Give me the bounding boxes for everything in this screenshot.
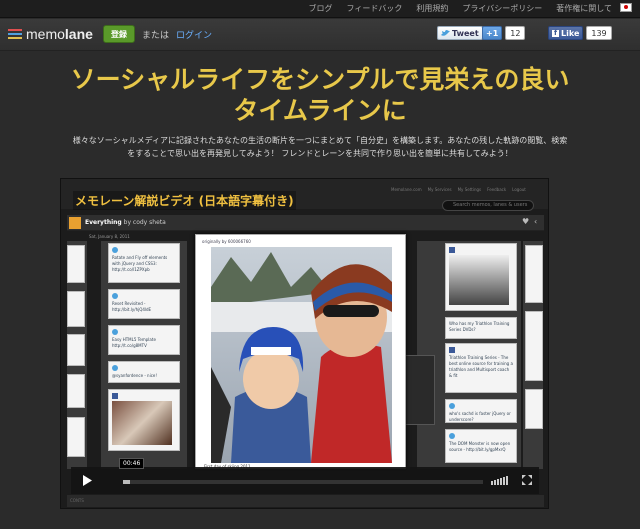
share-icon: ‹ [534,217,538,226]
desc-line-2: をすることで思い出を再発見してみよう！ フレンドとレーンを共同で作り思い出を簡単… [127,149,513,158]
nav-link-terms[interactable]: 利用規約 [416,3,448,14]
gplus-button[interactable]: +1 [482,26,503,40]
video-title: メモレーン解説ビデオ (日本語字幕付き) [73,191,296,210]
gplus-widget[interactable]: +1 12 [482,26,526,40]
login-link[interactable]: ログイン [176,28,212,41]
photo-credit: originally by 600066760 [202,239,251,244]
desc-line-1: 様々なソーシャルメディアに記録されたあなたの生活の断片を一つにまとめて「自分史」… [72,136,568,145]
twitter-icon [449,403,455,409]
heart-icon: ♥ [522,217,530,226]
twitter-icon [112,293,118,299]
tweet-widget[interactable]: Tweet [437,26,483,40]
headline-line-2: タイムラインに [233,96,407,125]
headline-line-1: ソーシャルライフをシンプルで見栄えの良い [70,65,570,94]
logo-mark-icon [8,29,22,39]
memo-card[interactable] [525,245,543,303]
japan-flag-icon[interactable] [620,3,632,12]
twitter-icon [112,365,118,371]
video-player[interactable]: Memolane.com My Services My Settings Fee… [60,178,549,509]
video-progress-fill [123,480,131,484]
nav-link-privacy[interactable]: プライバシーポリシー [462,3,542,14]
memo-card[interactable] [525,311,543,381]
memo-card[interactable] [67,374,85,408]
photo-memo-card[interactable] [401,355,435,425]
memo-card[interactable]: who's sachd is faster jQuery or undersco… [445,399,517,423]
twitter-icon [112,247,118,253]
memo-card[interactable]: The DOM Monster is now open source - htt… [445,429,517,463]
hero-description: 様々なソーシャルメディアに記録されたあなたの生活の断片を一つにまとめて「自分史」… [30,134,610,160]
tweet-button[interactable]: Tweet [437,26,483,40]
nav-link-blog[interactable]: ブログ [309,3,333,14]
memo-card[interactable]: Triathlon Training Series - The best onl… [445,343,517,393]
memo-card[interactable]: Who has my Triathlon Training Series DVD… [445,317,517,339]
memo-card[interactable]: Rotate and Fly off elements with jQuery … [108,243,180,283]
featured-photo-card[interactable]: originally by 600066760 First day of ski… [195,234,406,469]
memo-card[interactable] [67,334,85,366]
lane-avatar [69,217,81,229]
memo-card[interactable]: Reset Revisited - http://bit.ly/hjQ4ldE [108,289,180,319]
volume-icon[interactable] [491,475,511,485]
twitter-bird-icon [441,29,450,36]
nav-link-copyright[interactable]: 著作権に関して [556,3,612,14]
logo-text: memolane [26,26,93,42]
facebook-icon [449,247,455,253]
like-button[interactable]: f Like [548,26,584,40]
photo-memo-card[interactable] [108,389,180,451]
facebook-icon [112,393,118,399]
memo-card[interactable] [67,245,85,283]
video-search-input: Search memos, lanes & users [442,200,534,211]
twitter-icon [449,433,455,439]
hero-headline: ソーシャルライフをシンプルで見栄えの良い タイムラインに [0,64,640,126]
nav-link-feedback[interactable]: フィードバック [347,3,403,14]
lane-title: Everything by cody sheta [85,219,166,226]
top-nav: ブログ フィードバック 利用規約 プライバシーポリシー 著作権に関して [0,0,640,18]
facebook-icon [449,347,455,353]
video-app-links: Memolane.com My Services My Settings Fee… [391,187,526,192]
or-label: または [142,31,170,41]
memo-card[interactable]: Easy HTML5 Template http://t.co/g8MTV [108,325,180,355]
like-widget[interactable]: f Like 139 [548,26,612,40]
memo-card[interactable] [67,417,85,457]
memo-card[interactable]: @syanfordence - nice! [108,361,180,383]
memo-card[interactable] [67,291,85,327]
video-controls: 00:46 [71,458,539,494]
featured-photo [211,247,392,463]
header: memolane 登録 または ログイン Tweet +1 12 f Like … [0,19,640,51]
video-progress-bar[interactable] [123,480,483,484]
video-time: 00:46 [119,458,145,469]
date-label: Sat, January 8, 2011 [89,234,130,239]
register-button[interactable]: 登録 [103,25,135,43]
play-icon[interactable] [75,469,99,492]
photo-thumbnail [112,401,172,445]
like-count: 139 [586,26,612,40]
twitter-icon [112,329,118,335]
photo-memo-card[interactable] [445,243,517,311]
logo[interactable]: memolane [8,26,93,42]
lane-bar: Everything by cody sheta ♥ ‹ [67,215,544,231]
gplus-count: 12 [505,26,526,40]
video-footer: CONTS [67,495,544,507]
memo-card[interactable] [525,389,543,429]
fullscreen-icon[interactable] [522,475,532,485]
photo-thumbnail [449,255,509,305]
facebook-icon: f [552,28,559,37]
